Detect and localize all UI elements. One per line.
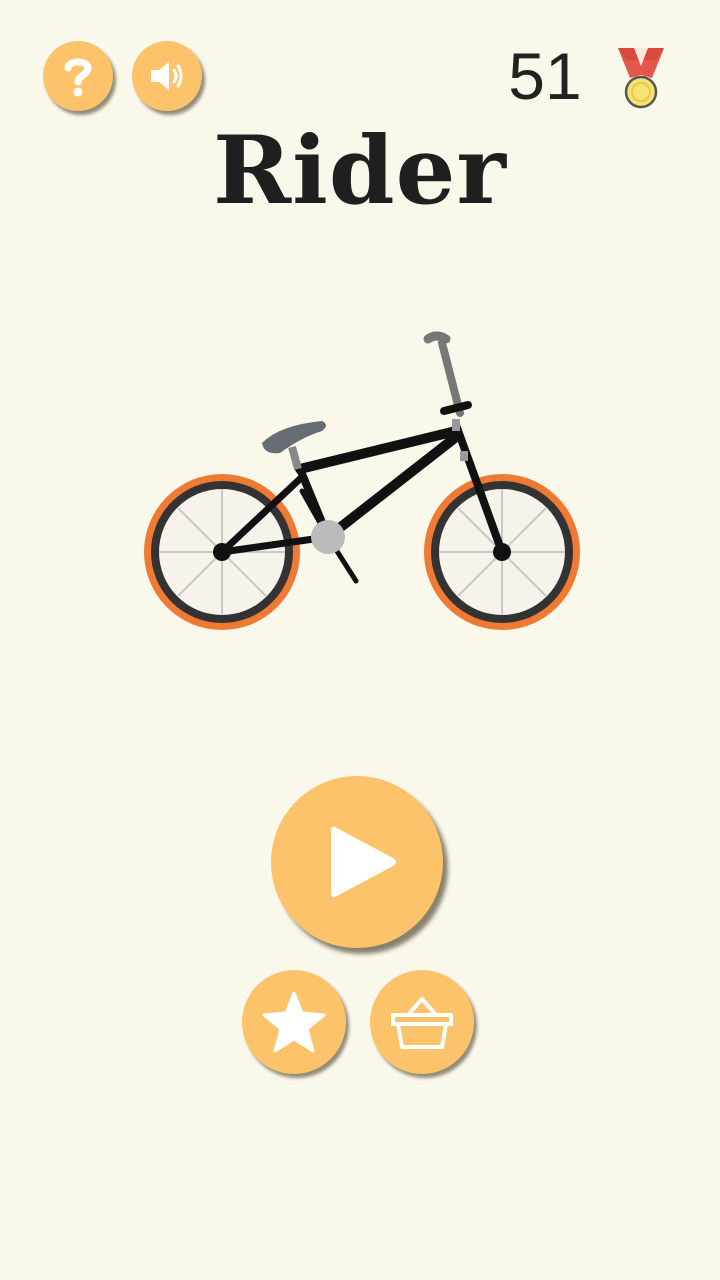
- star-icon: [262, 991, 326, 1053]
- medal-icon: [618, 48, 664, 109]
- basket-icon: [391, 997, 453, 1049]
- play-icon: [331, 826, 396, 898]
- score-counter: 51: [508, 39, 582, 113]
- question-mark-icon: [64, 58, 92, 97]
- shop-button[interactable]: [370, 970, 474, 1074]
- play-button[interactable]: [271, 776, 443, 948]
- bicycle-illustration: [144, 331, 580, 630]
- help-button[interactable]: [43, 41, 113, 111]
- game-title: Rider: [213, 116, 507, 226]
- game-screen: 51 Rider: [0, 0, 720, 1280]
- bike-crank: [311, 520, 345, 554]
- sound-button[interactable]: [132, 41, 202, 111]
- favorites-button[interactable]: [242, 970, 346, 1074]
- speaker-icon: [151, 62, 183, 90]
